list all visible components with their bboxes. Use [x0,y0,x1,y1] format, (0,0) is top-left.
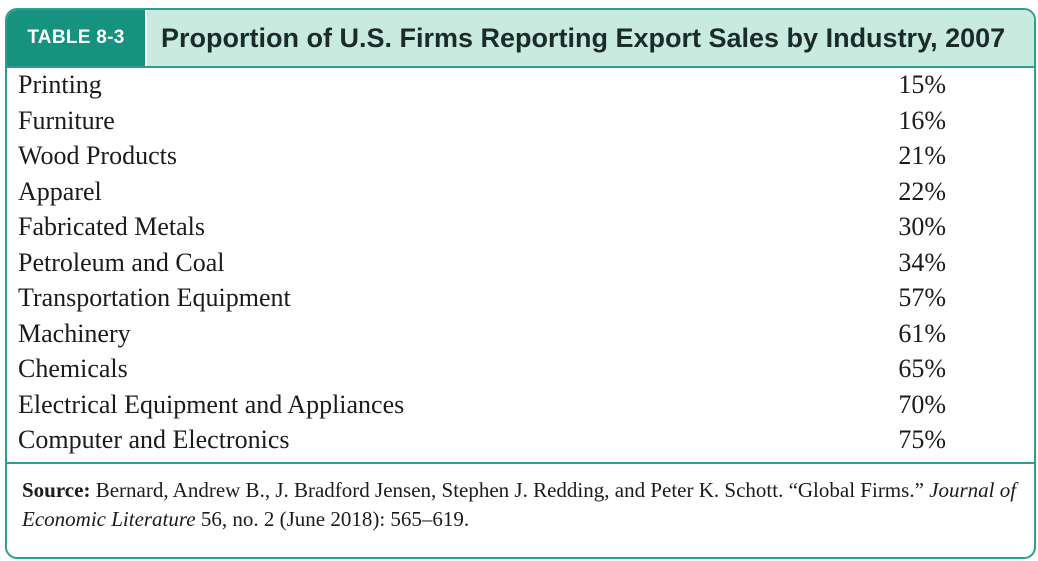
industry-name: Wood Products [18,141,177,170]
industry-name: Machinery [18,318,131,348]
table-number-tag: TABLE 8-3 [7,10,147,66]
export-share: 57% [898,283,946,312]
source-divider [7,462,1034,464]
industry-name: Furniture [18,105,115,135]
table-row: Computer and Electronics 75% [7,423,1034,458]
industry-name: Printing [18,70,102,99]
export-share: 15% [898,70,946,99]
table-row: Printing 15% [7,68,1034,103]
export-share: 22% [898,176,946,206]
source-citation-details: 56, no. 2 (June 2018): 565–619. [195,507,470,531]
source-citation-text: Bernard, Andrew B., J. Bradford Jensen, … [90,478,930,502]
export-share: 16% [898,105,946,135]
table-title: Proportion of U.S. Firms Reporting Expor… [161,22,1006,53]
export-share: 21% [898,141,946,170]
industry-name: Electrical Equipment and Appliances [18,389,405,419]
table-row: Petroleum and Coal 34% [7,246,1034,281]
source-note: Source: Bernard, Andrew B., J. Bradford … [22,476,1024,534]
table-row: Machinery 61% [7,317,1034,352]
table-row: Transportation Equipment 57% [7,281,1034,316]
table-row: Wood Products 21% [7,139,1034,174]
export-share: 75% [898,425,946,454]
table-row: Furniture 16% [7,104,1034,139]
table-container: TABLE 8-3 Proportion of U.S. Firms Repor… [5,8,1036,559]
table-row: Apparel 22% [7,175,1034,210]
table-row: Electrical Equipment and Appliances 70% [7,388,1034,423]
industry-name: Computer and Electronics [18,425,290,454]
table-row: Fabricated Metals 30% [7,210,1034,245]
source-label: Source: [22,478,91,502]
industry-name: Fabricated Metals [18,212,205,241]
table-body: Printing 15% Furniture 16% Wood Products… [7,68,1034,464]
export-share: 34% [898,247,946,277]
industry-name: Chemicals [18,354,128,383]
table-row: Chemicals 65% [7,352,1034,387]
industry-name: Petroleum and Coal [18,247,225,277]
export-share: 70% [898,389,946,419]
export-share: 61% [898,318,946,348]
industry-name: Apparel [18,176,102,206]
export-share: 65% [898,354,946,383]
table-header: TABLE 8-3 Proportion of U.S. Firms Repor… [7,10,1034,68]
export-share: 30% [898,212,946,241]
industry-name: Transportation Equipment [18,283,291,312]
